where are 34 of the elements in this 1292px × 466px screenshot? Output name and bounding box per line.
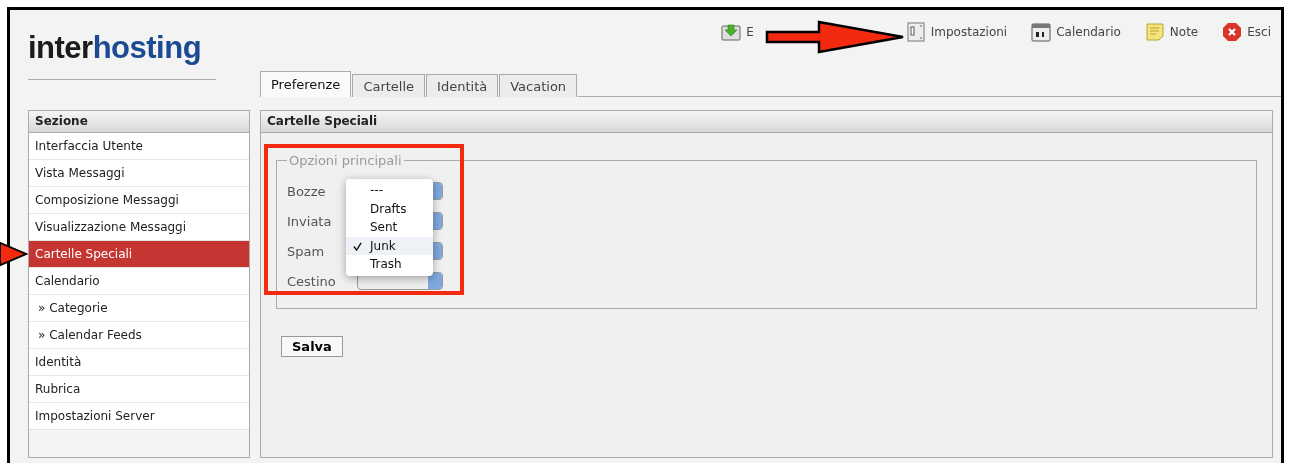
sidebar-item[interactable]: » Categorie [29,295,249,322]
fieldset-legend: Opzioni principali [287,153,404,168]
sidebar-title: Sezione [29,111,249,133]
toolbar-button[interactable]: Esci [1218,20,1275,44]
field-label: Spam [287,243,326,259]
menu-option[interactable]: Junk [346,236,433,255]
toolbar-button[interactable]: E [717,20,758,44]
panel-title: Cartelle Speciali [261,111,1272,133]
menu-option[interactable]: Trash [346,255,433,274]
sidebar-item[interactable]: Rubrica [29,376,249,403]
sidebar-item[interactable]: Vista Messaggi [29,160,249,187]
sidebar-item[interactable]: Calendario [29,268,249,295]
sidebar-item[interactable]: Composizione Messaggi [29,187,249,214]
menu-option[interactable]: Drafts [346,199,433,218]
sidebar-item[interactable]: » Calendar Feeds [29,322,249,349]
toolbar-button[interactable]: Impostazioni [901,20,1012,44]
tab[interactable]: Identità [426,74,499,97]
sidebar-item[interactable]: Impostazioni Server [29,403,249,430]
menu-option[interactable]: Sent [346,218,433,237]
tab[interactable]: Preferenze [260,71,352,97]
sidebar-item[interactable]: Visualizzazione Messaggi [29,214,249,241]
toolbar-button[interactable]: Calendario [1027,20,1125,44]
field-label: Inviata [287,213,333,229]
sidebar-item[interactable]: Cartelle Speciali [29,241,249,268]
field-label: Bozze [287,183,327,199]
tab[interactable]: Cartelle [352,74,426,97]
sidebar-item[interactable]: Interfaccia Utente [29,133,249,160]
menu-option[interactable]: --- [346,181,433,200]
logo: interhosting [28,30,203,66]
field-label: Cestino [287,273,337,289]
save-button[interactable]: Salva [281,336,343,357]
sidebar-item[interactable]: Identità [29,349,249,376]
tab[interactable]: Vacation [499,74,578,97]
toolbar-button[interactable]: Note [1140,20,1203,44]
